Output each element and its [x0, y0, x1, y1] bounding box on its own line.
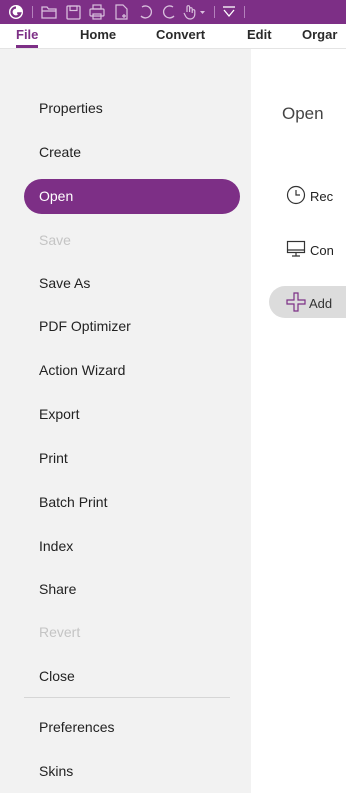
sidebar-item-properties[interactable]: Properties [39, 97, 103, 119]
sidebar-item-create[interactable]: Create [39, 141, 81, 163]
customize-toolbar-icon[interactable] [220, 0, 238, 24]
title-bar [0, 0, 346, 24]
computer-label: Con [310, 242, 334, 258]
toolbar-separator [214, 6, 215, 18]
sidebar-item-index[interactable]: Index [39, 535, 73, 557]
hand-tool-icon[interactable] [182, 0, 208, 24]
file-menu-sidebar: Properties Create Open Save Save As PDF … [0, 49, 251, 793]
monitor-icon [286, 239, 306, 262]
sidebar-item-print[interactable]: Print [39, 447, 68, 469]
recent-documents-option[interactable]: Rec [286, 184, 333, 208]
sidebar-item-close[interactable]: Close [39, 665, 75, 687]
sidebar-item-save-as[interactable]: Save As [39, 272, 90, 294]
sidebar-item-action-wizard[interactable]: Action Wizard [39, 359, 125, 381]
sidebar-item-save: Save [39, 232, 71, 248]
print-icon[interactable] [88, 0, 106, 24]
tab-edit[interactable]: Edit [247, 24, 272, 46]
sidebar-item-pdf-optimizer[interactable]: PDF Optimizer [39, 315, 131, 337]
sidebar-item-revert: Revert [39, 624, 81, 640]
undo-icon[interactable] [136, 0, 154, 24]
page-title: Open [282, 104, 324, 123]
sidebar-item-skins[interactable]: Skins [39, 760, 73, 782]
app-logo-icon[interactable] [8, 0, 24, 24]
open-folder-icon[interactable] [40, 0, 58, 24]
sidebar-item-open-label[interactable]: Open [39, 185, 73, 207]
tab-home[interactable]: Home [80, 24, 116, 46]
menu-bar: File Home Convert Edit Orgar [0, 24, 346, 49]
sidebar-item-batch-print[interactable]: Batch Print [39, 491, 107, 513]
recent-label: Rec [310, 188, 334, 204]
add-label: Add [309, 296, 333, 311]
sidebar-item-export[interactable]: Export [39, 403, 79, 425]
toolbar-separator [244, 6, 245, 18]
toolbar-separator [32, 6, 33, 18]
sidebar-item-preferences[interactable]: Preferences [39, 716, 114, 738]
plus-icon [285, 291, 307, 316]
sidebar-item-share[interactable]: Share [39, 578, 76, 600]
tab-convert[interactable]: Convert [156, 24, 205, 46]
add-place-button[interactable]: Add [269, 286, 346, 318]
redo-icon[interactable] [160, 0, 178, 24]
tab-organize[interactable]: Orgar [302, 24, 337, 46]
sidebar-divider [24, 697, 230, 698]
tab-file[interactable]: File [16, 24, 39, 48]
save-icon[interactable] [64, 0, 82, 24]
clock-icon [286, 185, 306, 208]
computer-option[interactable]: Con [286, 238, 334, 262]
new-doc-icon[interactable] [112, 0, 130, 24]
open-panel: Open Rec Con Add [251, 49, 346, 793]
